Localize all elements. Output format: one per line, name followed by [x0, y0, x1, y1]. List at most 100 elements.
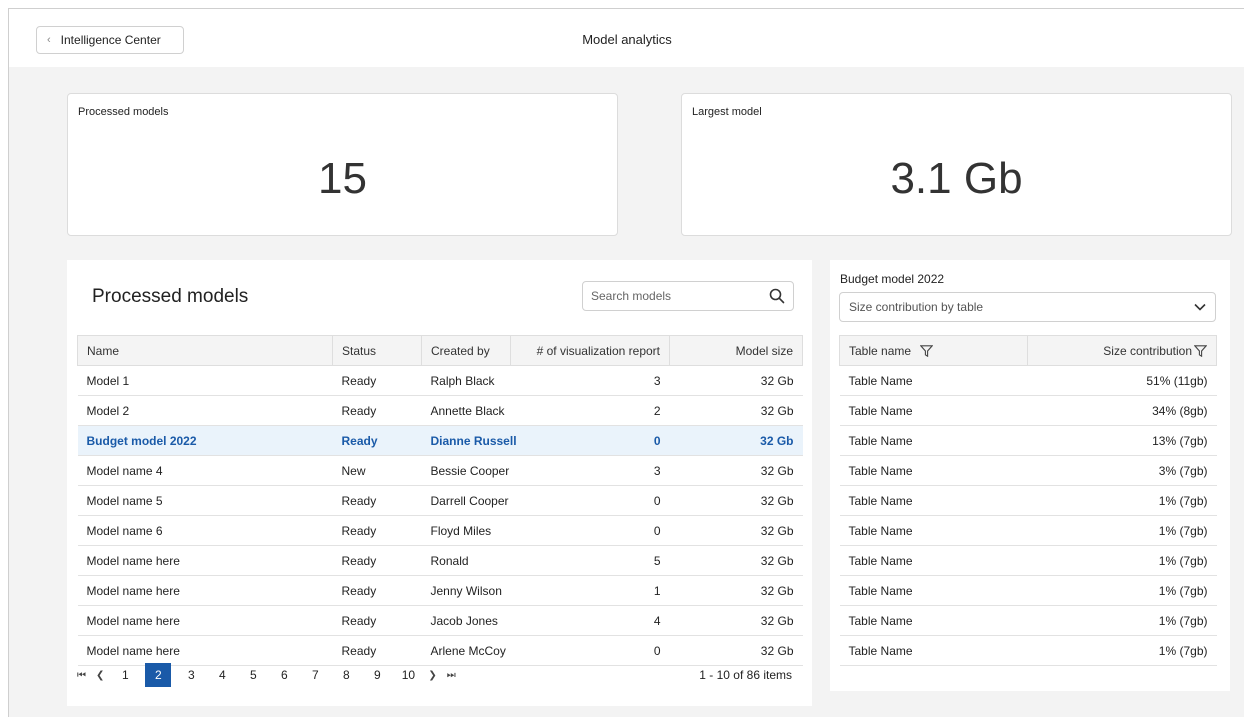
table-row[interactable]: Model name 6 Ready Floyd Miles 0 32 Gb: [77, 515, 803, 546]
cell-size-contribution: 1% (7gb): [1027, 545, 1217, 576]
column-header-name[interactable]: Name: [77, 335, 333, 366]
table-row[interactable]: Table Name 1% (7gb): [839, 605, 1217, 636]
cell-created-by: Floyd Miles: [421, 515, 511, 546]
cell-table-name: Table Name: [839, 605, 1028, 636]
cell-status: Ready: [332, 605, 422, 636]
page-button-5[interactable]: 5: [242, 663, 264, 687]
filter-icon[interactable]: [920, 345, 934, 358]
table-row[interactable]: Model name 5 Ready Darrell Cooper 0 32 G…: [77, 485, 803, 516]
cell-name: Model name 6: [77, 515, 333, 546]
cell-table-name: Table Name: [839, 545, 1028, 576]
cell-report-count: 0: [510, 635, 670, 666]
table-row[interactable]: Table Name 3% (7gb): [839, 455, 1217, 486]
cell-size-contribution: 1% (7gb): [1027, 575, 1217, 606]
page-title: Model analytics: [582, 32, 672, 47]
column-header-label: Size contribution: [1103, 343, 1192, 358]
table-row[interactable]: Table Name 1% (7gb): [839, 545, 1217, 576]
column-header-label: Table name: [849, 343, 912, 358]
cell-table-name: Table Name: [839, 485, 1028, 516]
page-button-9[interactable]: 9: [366, 663, 388, 687]
chevron-left-icon[interactable]: ❮: [96, 670, 104, 681]
pagination-summary: 1 - 10 of 86 items: [699, 668, 792, 682]
search-input[interactable]: [591, 289, 769, 303]
cell-name: Budget model 2022: [77, 425, 333, 456]
cell-report-count: 5: [510, 545, 670, 576]
cell-created-by: Annette Black: [421, 395, 511, 426]
page-button-2-current[interactable]: 2: [145, 663, 172, 687]
table-row[interactable]: Table Name 13% (7gb): [839, 425, 1217, 456]
kpi-card-largest-model: Largest model 3.1 Gb: [681, 93, 1232, 236]
cell-status: Ready: [332, 635, 422, 666]
table-row[interactable]: Table Name 1% (7gb): [839, 485, 1217, 516]
cell-name: Model name here: [77, 605, 333, 636]
table-row[interactable]: Model name here Ready Arlene McCoy 0 32 …: [77, 635, 803, 666]
view-select-dropdown[interactable]: Size contribution by table: [839, 292, 1216, 322]
page-button-7[interactable]: 7: [304, 663, 326, 687]
cell-table-name: Table Name: [839, 455, 1028, 486]
column-header-table-name[interactable]: Table name: [839, 335, 1028, 366]
cell-size-contribution: 13% (7gb): [1027, 425, 1217, 456]
table-header-row: Name Status Created by # of visualizatio…: [77, 335, 803, 366]
page-button-3[interactable]: 3: [180, 663, 202, 687]
cell-table-name: Table Name: [839, 635, 1028, 666]
table-row[interactable]: Model name here Ready Jenny Wilson 1 32 …: [77, 575, 803, 606]
chevron-right-icon[interactable]: ❯: [428, 670, 436, 681]
page-button-10[interactable]: 10: [397, 663, 419, 687]
column-header-model-size[interactable]: Model size: [669, 335, 803, 366]
top-bar: ‹ Intelligence Center Model analytics: [9, 9, 1244, 67]
page-button-4[interactable]: 4: [211, 663, 233, 687]
table-row[interactable]: Model 2 Ready Annette Black 2 32 Gb: [77, 395, 803, 426]
cell-report-count: 1: [510, 575, 670, 606]
cell-status: Ready: [332, 575, 422, 606]
cell-size-contribution: 1% (7gb): [1027, 485, 1217, 516]
table-row[interactable]: Table Name 51% (11gb): [839, 365, 1217, 396]
cell-model-size: 32 Gb: [669, 605, 803, 636]
table-row[interactable]: Table Name 1% (7gb): [839, 515, 1217, 546]
kpi-value: 15: [318, 154, 367, 203]
cell-model-size: 32 Gb: [669, 485, 803, 516]
filter-icon[interactable]: [1194, 345, 1207, 358]
page-button-6[interactable]: 6: [273, 663, 295, 687]
table-row[interactable]: Table Name 34% (8gb): [839, 395, 1217, 426]
kpi-card-processed-models: Processed models 15: [67, 93, 618, 236]
cell-table-name: Table Name: [839, 395, 1028, 426]
cell-created-by: Ralph Black: [421, 365, 511, 396]
cell-table-name: Table Name: [839, 425, 1028, 456]
column-header-size-contribution[interactable]: Size contribution: [1027, 335, 1217, 366]
cell-created-by: Arlene McCoy: [421, 635, 511, 666]
cell-model-size: 32 Gb: [669, 395, 803, 426]
table-row-selected[interactable]: Budget model 2022 Ready Dianne Russell 0…: [77, 425, 803, 456]
cell-model-size: 32 Gb: [669, 545, 803, 576]
column-header-created-by[interactable]: Created by: [421, 335, 511, 366]
page-button-8[interactable]: 8: [335, 663, 357, 687]
cell-status: Ready: [332, 365, 422, 396]
table-row[interactable]: Table Name 1% (7gb): [839, 575, 1217, 606]
table-row[interactable]: Model name here Ready Ronald 5 32 Gb: [77, 545, 803, 576]
cell-created-by: Darrell Cooper: [421, 485, 511, 516]
cell-created-by: Jenny Wilson: [421, 575, 511, 606]
table-row[interactable]: Table Name 1% (7gb): [839, 635, 1217, 666]
cell-model-size: 32 Gb: [669, 515, 803, 546]
cell-report-count: 0: [510, 485, 670, 516]
column-header-report-count[interactable]: # of visualization report: [510, 335, 670, 366]
page-button-1[interactable]: 1: [114, 663, 136, 687]
cell-model-size: 32 Gb: [669, 425, 803, 456]
table-header-row: Table name Size contribution: [839, 335, 1217, 366]
kpi-label: Processed models: [78, 106, 169, 118]
column-header-status[interactable]: Status: [332, 335, 422, 366]
cell-report-count: 3: [510, 455, 670, 486]
last-page-icon[interactable]: ⏭: [447, 670, 456, 681]
table-row[interactable]: Model name here Ready Jacob Jones 4 32 G…: [77, 605, 803, 636]
cell-size-contribution: 1% (7gb): [1027, 605, 1217, 636]
cell-status: Ready: [332, 425, 422, 456]
cell-report-count: 0: [510, 515, 670, 546]
cell-name: Model name 5: [77, 485, 333, 516]
first-page-icon[interactable]: ⏮: [77, 670, 86, 681]
chevron-down-icon: [1194, 303, 1206, 311]
cell-size-contribution: 34% (8gb): [1027, 395, 1217, 426]
table-row[interactable]: Model name 4 New Bessie Cooper 3 32 Gb: [77, 455, 803, 486]
table-row[interactable]: Model 1 Ready Ralph Black 3 32 Gb: [77, 365, 803, 396]
search-icon[interactable]: [769, 288, 785, 304]
cell-status: New: [332, 455, 422, 486]
kpi-value: 3.1 Gb: [890, 154, 1023, 203]
